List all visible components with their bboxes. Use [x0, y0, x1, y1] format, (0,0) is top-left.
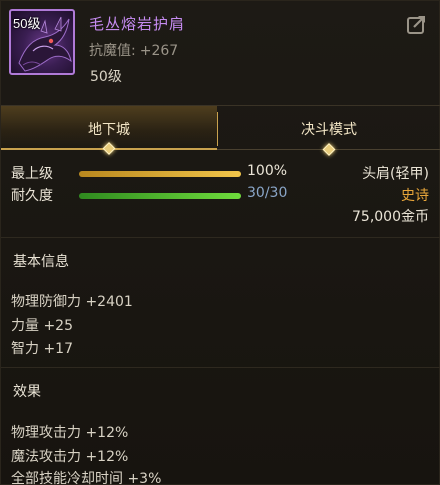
grade-value: 100%: [247, 163, 288, 179]
magic-resist-value: +267: [139, 43, 179, 59]
grade-bar-fill: [79, 171, 241, 177]
sell-price: 75,000金币: [352, 209, 429, 225]
tab-dungeon-label: 地下城: [88, 122, 130, 138]
magic-resist-label: 抗魔值:: [89, 43, 136, 59]
tab-dungeon[interactable]: 地下城: [1, 106, 217, 155]
effect-line: 魔法攻击力 +12%: [11, 449, 129, 465]
grade-bar-track: [79, 171, 241, 177]
item-icon-frame[interactable]: 50级: [9, 9, 75, 75]
durability-value: 30/30: [247, 185, 288, 201]
item-header: 50级 毛丛熔岩护肩 抗魔值: +267 50级: [1, 1, 440, 97]
diamond-gem-icon: [102, 142, 116, 155]
tab-pvp-label: 决斗模式: [301, 122, 357, 138]
effect-line: 物理攻击力 +12%: [11, 425, 129, 441]
required-level: 50级: [90, 69, 122, 85]
item-name: 毛丛熔岩护肩: [89, 15, 186, 33]
level-badge: 50级: [13, 16, 41, 31]
grade-label: 最上级: [11, 166, 53, 182]
durability-bar-fill: [79, 193, 241, 199]
magic-resist-line: 抗魔值: +267: [89, 40, 178, 60]
durability-bar-row: 耐久度 30/30: [11, 185, 311, 205]
rarity-label: 史诗: [401, 188, 429, 204]
basic-stat-line: 力量 +25: [11, 318, 73, 334]
grade-bar-row: 最上级 100%: [11, 163, 311, 183]
durability-label: 耐久度: [11, 188, 53, 204]
divider: [1, 367, 440, 368]
durability-bar-track: [79, 193, 241, 199]
equip-slot: 头肩(轻甲): [362, 166, 429, 182]
share-arrow-icon: [407, 16, 425, 34]
effects-title: 效果: [13, 384, 41, 400]
basic-stat-line: 智力 +17: [11, 341, 73, 357]
mode-tabs: 地下城 决斗模式: [1, 105, 440, 156]
effect-line: 全部技能冷却时间 +3%: [11, 471, 162, 485]
basic-stat-line: 物理防御力 +2401: [11, 294, 133, 310]
item-tooltip: 50级 毛丛熔岩护肩 抗魔值: +267 50级 地下城 决斗模式 最上级 10…: [0, 0, 440, 485]
basic-info-title: 基本信息: [13, 254, 69, 270]
share-button[interactable]: [406, 13, 428, 35]
tab-pvp[interactable]: 决斗模式: [217, 106, 440, 156]
divider: [1, 237, 440, 238]
diamond-gem-icon: [322, 143, 336, 156]
